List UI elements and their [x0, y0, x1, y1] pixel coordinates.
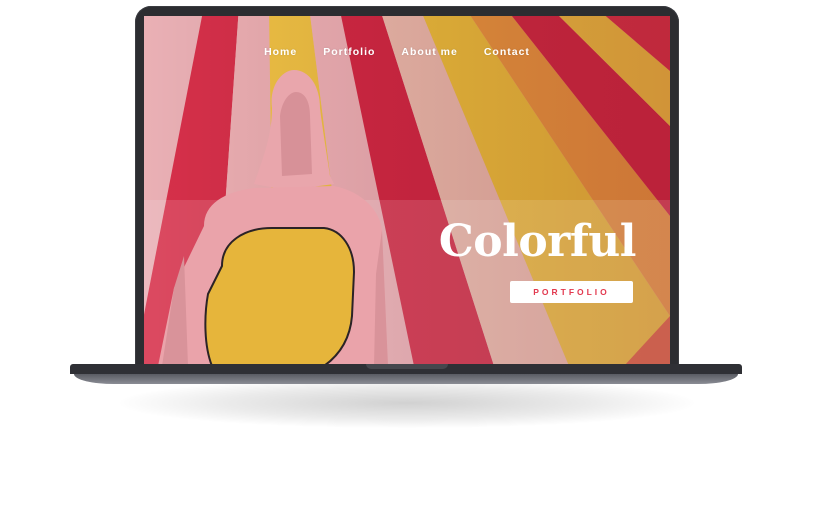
nav-about-link[interactable]: About me: [401, 46, 457, 58]
top-navigation: Home Portfolio About me Contact: [144, 46, 670, 58]
portfolio-button[interactable]: PORTFOLIO: [510, 281, 633, 303]
hero-image: [144, 16, 670, 366]
hero-title: Colorful: [438, 216, 637, 267]
laptop-shadow: [120, 378, 694, 428]
website-screen: Home Portfolio About me Contact Colorful…: [144, 16, 670, 366]
laptop-base-lip: [74, 374, 738, 384]
nav-portfolio-link[interactable]: Portfolio: [323, 46, 375, 58]
laptop-opening-notch: [366, 364, 448, 369]
mockup-stage: Home Portfolio About me Contact Colorful…: [0, 0, 814, 514]
nav-contact-link[interactable]: Contact: [484, 46, 530, 58]
nav-home-link[interactable]: Home: [264, 46, 297, 58]
